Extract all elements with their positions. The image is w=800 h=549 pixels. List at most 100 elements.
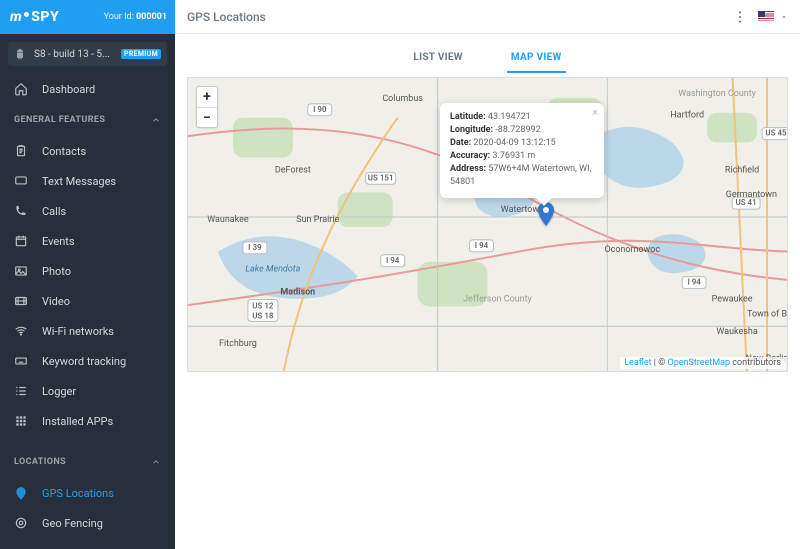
nav-contacts[interactable]: Contacts: [0, 136, 175, 166]
nav-dashboard[interactable]: Dashboard: [0, 74, 175, 104]
svg-text:Lake Mendota: Lake Mendota: [245, 265, 300, 275]
svg-text:Columbus: Columbus: [382, 94, 423, 104]
tab-list-view[interactable]: LIST VIEW: [409, 46, 466, 73]
svg-text:Germantown: Germantown: [726, 190, 777, 200]
nav-installed-apps[interactable]: Installed APPs: [0, 406, 175, 436]
svg-text:US 12: US 12: [252, 302, 274, 311]
leaflet-link[interactable]: Leaflet: [624, 358, 651, 368]
nav-wifi[interactable]: Wi-Fi networks: [0, 316, 175, 346]
keyboard-icon: [14, 354, 28, 368]
svg-text:Waunakee: Waunakee: [207, 215, 249, 225]
apps-icon: [14, 414, 28, 428]
pin-icon: [14, 486, 28, 500]
premium-badge: PREMIUM: [121, 49, 161, 59]
svg-text:Pewaukee: Pewaukee: [712, 294, 753, 304]
nav-installed-apps-label: Installed APPs: [42, 415, 113, 428]
nav-text-messages[interactable]: Text Messages: [0, 166, 175, 196]
nav-gps-locations-label: GPS Locations: [42, 487, 114, 500]
chevron-up-icon: [151, 457, 161, 467]
view-tabs: LIST VIEW MAP VIEW: [187, 42, 788, 73]
video-icon: [14, 294, 28, 308]
nav-text-messages-label: Text Messages: [42, 175, 116, 188]
sms-icon: [14, 174, 28, 188]
main: GPS Locations LIST VIEW MAP VIEW + −: [175, 0, 800, 549]
svg-text:I 94: I 94: [687, 278, 701, 287]
nav-calls-label: Calls: [42, 205, 66, 218]
map-attribution: Leaflet | © OpenStreetMap contributors: [620, 357, 785, 369]
location-popup: × Latitude: 43.194721 Longitude: -88.728…: [440, 103, 604, 198]
svg-text:US 151: US 151: [368, 173, 394, 182]
nav-wifi-label: Wi-Fi networks: [42, 325, 114, 338]
svg-text:Sun Prairie: Sun Prairie: [296, 215, 339, 225]
nav-dashboard-label: Dashboard: [42, 83, 95, 96]
wifi-icon: [14, 324, 28, 338]
more-menu[interactable]: [732, 9, 748, 25]
content: LIST VIEW MAP VIEW + −: [175, 34, 800, 549]
user-id-label: Your Id:: [104, 12, 134, 22]
nav-contacts-label: Contacts: [42, 145, 86, 158]
nav-keyword-label: Keyword tracking: [42, 355, 126, 368]
list-icon: [14, 384, 28, 398]
svg-text:Waukesha: Waukesha: [716, 327, 757, 337]
chevron-up-icon: [151, 115, 161, 125]
svg-text:US 18: US 18: [252, 311, 274, 320]
svg-text:Hartford: Hartford: [670, 111, 704, 121]
svg-text:I 94: I 94: [386, 256, 400, 265]
nav-photo-label: Photo: [42, 265, 71, 278]
nav-general-list: Contacts Text Messages Calls Events Phot…: [0, 136, 175, 436]
nav-calls[interactable]: Calls: [0, 196, 175, 226]
brand-logo[interactable]: mSPY: [10, 9, 59, 25]
clipboard-icon: [14, 144, 28, 158]
device-selector[interactable]: S8 - build 13 - 5... PREMIUM: [8, 42, 167, 66]
nav-keyword[interactable]: Keyword tracking: [0, 346, 175, 376]
nav-photo[interactable]: Photo: [0, 256, 175, 286]
svg-text:Town of Brookfield: Town of Brookfield: [747, 309, 787, 319]
nav-events[interactable]: Events: [0, 226, 175, 256]
nav-geofencing-label: Geo Fencing: [42, 517, 103, 530]
android-icon: [14, 48, 26, 60]
map[interactable]: + −: [187, 77, 788, 372]
osm-link[interactable]: OpenStreetMap: [668, 358, 731, 368]
nav-main: Dashboard: [0, 74, 175, 104]
home-icon: [14, 82, 28, 96]
nav-logger[interactable]: Logger: [0, 376, 175, 406]
svg-text:Richfield: Richfield: [725, 165, 759, 175]
svg-text:DeForest: DeForest: [275, 165, 311, 175]
zoom-in-button[interactable]: +: [197, 87, 217, 107]
target-icon: [14, 516, 28, 530]
user-id: Your Id: 000001: [104, 12, 167, 22]
zoom-control: + −: [196, 86, 218, 128]
nav-gps-locations[interactable]: GPS Locations: [0, 478, 175, 508]
svg-text:Jefferson County: Jefferson County: [463, 294, 532, 304]
section-general[interactable]: GENERAL FEATURES: [0, 104, 175, 136]
page-title: GPS Locations: [187, 10, 266, 24]
device-label: S8 - build 13 - 5...: [34, 49, 121, 60]
nav-video[interactable]: Video: [0, 286, 175, 316]
language-dropdown[interactable]: [780, 13, 788, 21]
topbar: GPS Locations: [175, 0, 800, 34]
nav-video-label: Video: [42, 295, 70, 308]
tab-map-view[interactable]: MAP VIEW: [507, 46, 566, 73]
section-locations[interactable]: LOCATIONS: [0, 446, 175, 478]
zoom-out-button[interactable]: −: [197, 107, 217, 127]
flag-us-icon[interactable]: [758, 11, 774, 22]
svg-text:Madison: Madison: [280, 288, 315, 298]
image-icon: [14, 264, 28, 278]
calendar-icon: [14, 234, 28, 248]
svg-text:Fitchburg: Fitchburg: [219, 339, 257, 349]
nav-events-label: Events: [42, 235, 75, 248]
svg-text:Oconomowoc: Oconomowoc: [604, 245, 660, 255]
nav-locations-list: GPS Locations Geo Fencing: [0, 478, 175, 538]
svg-text:Washington County: Washington County: [678, 89, 756, 99]
sidebar: mSPY Your Id: 000001 S8 - build 13 - 5..…: [0, 0, 175, 549]
brand-bar: mSPY Your Id: 000001: [0, 0, 175, 34]
nav-logger-label: Logger: [42, 385, 76, 398]
svg-text:I 94: I 94: [475, 241, 489, 250]
section-locations-label: LOCATIONS: [14, 457, 66, 467]
svg-text:I 39: I 39: [248, 243, 262, 252]
popup-close-button[interactable]: ×: [592, 106, 598, 119]
user-id-value: 000001: [136, 12, 167, 22]
section-general-label: GENERAL FEATURES: [14, 115, 105, 125]
phone-icon: [14, 204, 28, 218]
nav-geofencing[interactable]: Geo Fencing: [0, 508, 175, 538]
